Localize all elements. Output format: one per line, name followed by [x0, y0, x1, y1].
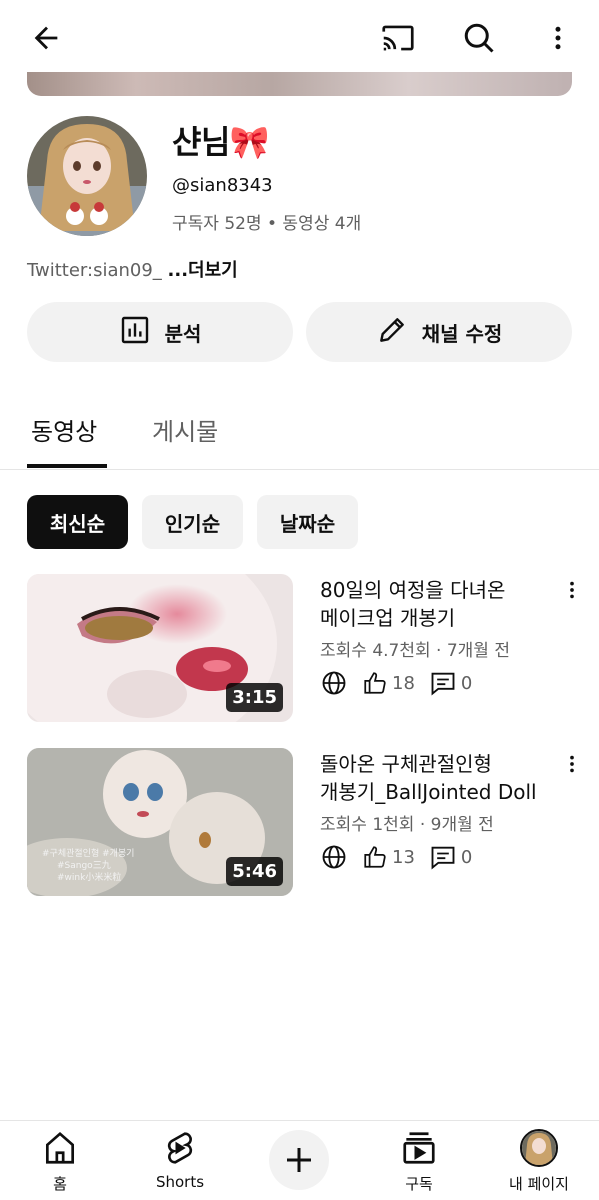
nav-my-page[interactable]: 내 페이지 — [497, 1129, 581, 1194]
video-title-line: 80일의 여정을 다녀온 — [320, 578, 506, 602]
comment-icon — [431, 846, 455, 870]
chip-latest[interactable]: 최신순 — [27, 495, 128, 549]
thumb-text: #wink小米米粒 — [57, 871, 121, 883]
video-title-line: 개봉기_BallJointed Doll — [320, 780, 537, 804]
bottom-navigation: 홈 Shorts 구독 내 페이지 — [0, 1120, 599, 1200]
channel-banner — [27, 72, 572, 96]
video-thumbnail[interactable]: 3:15 — [27, 574, 293, 722]
globe-icon — [320, 669, 348, 697]
more-vert-icon[interactable] — [538, 18, 578, 58]
nav-shorts[interactable]: Shorts — [145, 1129, 215, 1191]
shorts-icon — [167, 1132, 193, 1164]
home-icon — [45, 1131, 75, 1164]
chip-oldest[interactable]: 날짜순 — [257, 495, 358, 549]
nav-shorts-label: Shorts — [155, 1173, 205, 1191]
video-item[interactable]: 3:15 80일의 여정을 다녀온 메이크업 개봉기 조회수 4.7천회 · 7… — [0, 574, 599, 724]
channel-stats: 구독자 52명 • 동영상 4개 — [172, 214, 362, 234]
channel-handle: @sian8343 — [172, 175, 273, 196]
video-meta: 조회수 4.7천회 · 7개월 전 — [320, 641, 510, 661]
thumb-up-icon — [364, 672, 386, 694]
video-thumbnail[interactable]: #구체관절인형 #개봉기 #Sango三九 #wink小米米粒 5:46 — [27, 748, 293, 896]
chip-popular[interactable]: 인기순 — [142, 495, 243, 549]
video-title-line: 돌아온 구체관절인형 — [320, 752, 492, 776]
create-button[interactable] — [269, 1130, 329, 1190]
like-count: 13 — [392, 846, 415, 868]
active-tab-indicator — [27, 464, 107, 468]
search-icon[interactable] — [459, 18, 499, 58]
video-duration: 5:46 — [226, 857, 283, 886]
comment-count: 0 — [460, 846, 473, 868]
thumb-text: #Sango三九 — [57, 860, 111, 871]
nav-subscriptions-label: 구독 — [405, 1175, 433, 1193]
analytics-icon — [119, 314, 151, 351]
analytics-button[interactable]: 분석 — [27, 302, 293, 362]
avatar — [520, 1129, 558, 1167]
video-duration: 3:15 — [226, 683, 283, 712]
nav-my-page-label: 내 페이지 — [509, 1175, 569, 1193]
video-stats: 13 0 — [320, 842, 486, 872]
tab-posts[interactable]: 게시물 — [152, 412, 218, 447]
channel-name: 샨님🎀 — [172, 123, 270, 161]
edit-channel-label: 채널 수정 — [421, 321, 503, 346]
comments: 0 — [429, 843, 472, 871]
comments: 0 — [429, 669, 472, 697]
likes: 18 — [362, 670, 415, 696]
back-icon[interactable] — [26, 18, 66, 58]
video-meta: 조회수 1천회 · 9개월 전 — [320, 815, 494, 835]
analytics-label: 분석 — [164, 321, 202, 346]
subscriptions-icon — [403, 1132, 435, 1164]
cast-icon[interactable] — [378, 18, 418, 58]
nav-home[interactable]: 홈 — [30, 1129, 90, 1194]
likes: 13 — [362, 844, 415, 870]
nav-home-label: 홈 — [53, 1175, 67, 1193]
more-link[interactable]: ...더보기 — [168, 260, 238, 281]
globe-icon — [320, 843, 348, 871]
channel-tabs: 동영상 게시물 — [0, 400, 599, 470]
comment-icon — [431, 672, 455, 696]
add-icon — [287, 1148, 311, 1172]
pencil-icon — [376, 314, 408, 351]
video-title-line: 메이크업 개봉기 — [320, 606, 456, 630]
channel-description[interactable]: Twitter:sian09_ ...더보기 — [27, 256, 238, 282]
like-count: 18 — [392, 672, 415, 694]
video-more-icon[interactable] — [558, 750, 586, 778]
top-app-bar — [0, 0, 599, 80]
video-title[interactable]: 돌아온 구체관절인형 개봉기_BallJointed Doll — [320, 750, 552, 806]
video-more-icon[interactable] — [558, 576, 586, 604]
nav-subscriptions[interactable]: 구독 — [384, 1129, 454, 1194]
thumb-up-icon — [364, 846, 386, 868]
edit-channel-button[interactable]: 채널 수정 — [306, 302, 572, 362]
video-title[interactable]: 80일의 여정을 다녀온 메이크업 개봉기 — [320, 576, 552, 632]
thumb-text: #구체관절인형 #개봉기 — [42, 847, 134, 859]
video-stats: 18 0 — [320, 668, 486, 698]
description-text: Twitter:sian09_ — [27, 260, 162, 281]
video-item[interactable]: #구체관절인형 #개봉기 #Sango三九 #wink小米米粒 5:46 돌아온… — [0, 748, 599, 898]
tab-videos[interactable]: 동영상 — [31, 412, 97, 447]
comment-count: 0 — [460, 672, 473, 694]
channel-avatar[interactable] — [27, 116, 147, 236]
